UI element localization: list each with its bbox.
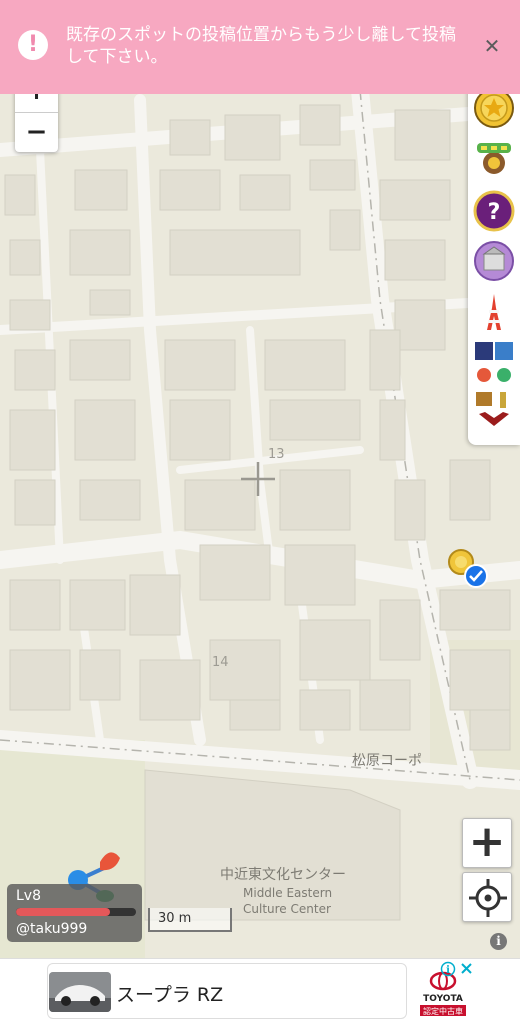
crosshair-icon [469,879,507,917]
close-icon[interactable]: ✕ [482,34,502,58]
hp-fill [16,908,110,916]
toyota-text: TOYOTA [423,994,463,1004]
zoom-out-button[interactable]: − [15,112,58,152]
map-scale-label: 30 m [158,911,192,926]
ad-card[interactable]: スープラ RZ [47,963,407,1019]
map-scale: 30 m [148,908,232,932]
map-view[interactable]: 13 14 松原コーポ 中近東文化センター Middle Eastern Cul… [0,0,520,958]
side-panel: ? [468,82,520,445]
player-username: @taku999 [16,921,88,937]
place-label-center-en-2: Culture Center [243,902,331,916]
ad-banner[interactable]: スープラ RZ TOYOTA 認定中古車 i [0,958,520,1024]
ad-choices-icon[interactable]: i [440,961,474,977]
info-icon[interactable]: i [490,933,507,950]
plus-icon: + [468,816,506,867]
tokyo-tower-icon[interactable] [473,292,515,334]
svg-text:?: ? [488,200,501,225]
svg-text:i: i [446,965,450,976]
ad-title: スープラ RZ [116,984,224,1006]
map-canvas[interactable] [0,0,520,958]
player-level: Lv8 [16,888,41,904]
error-toast: ! 既存のスポットの投稿位置からもう少し離して投稿して下さい。 ✕ [0,0,520,94]
place-label-center-en-1: Middle Eastern [243,886,333,900]
block-number-14: 14 [212,655,229,670]
block-number-13: 13 [268,447,285,462]
ad-car-image [49,972,111,1012]
map-zoom-in-button[interactable]: + [462,818,512,868]
place-label-center-jp: 中近東文化センター [220,867,346,883]
character-grid-icon[interactable] [473,340,515,430]
exclamation-icon: ! [18,30,48,60]
place-label-matsubara-copo: 松原コーポ [352,753,422,769]
locate-me-button[interactable] [462,872,512,922]
certified-used-text: 認定中古車 [423,1006,463,1016]
hp-bar [16,908,136,916]
mystery-question-icon[interactable]: ? [473,190,515,232]
toast-message: 既存のスポットの投稿位置からもう少し離して投稿して下さい。 [66,25,456,67]
pikkuru-badge-icon[interactable] [473,137,515,179]
castle-badge-icon[interactable] [473,240,515,282]
player-status-card[interactable]: Lv8 @taku999 [7,884,142,942]
